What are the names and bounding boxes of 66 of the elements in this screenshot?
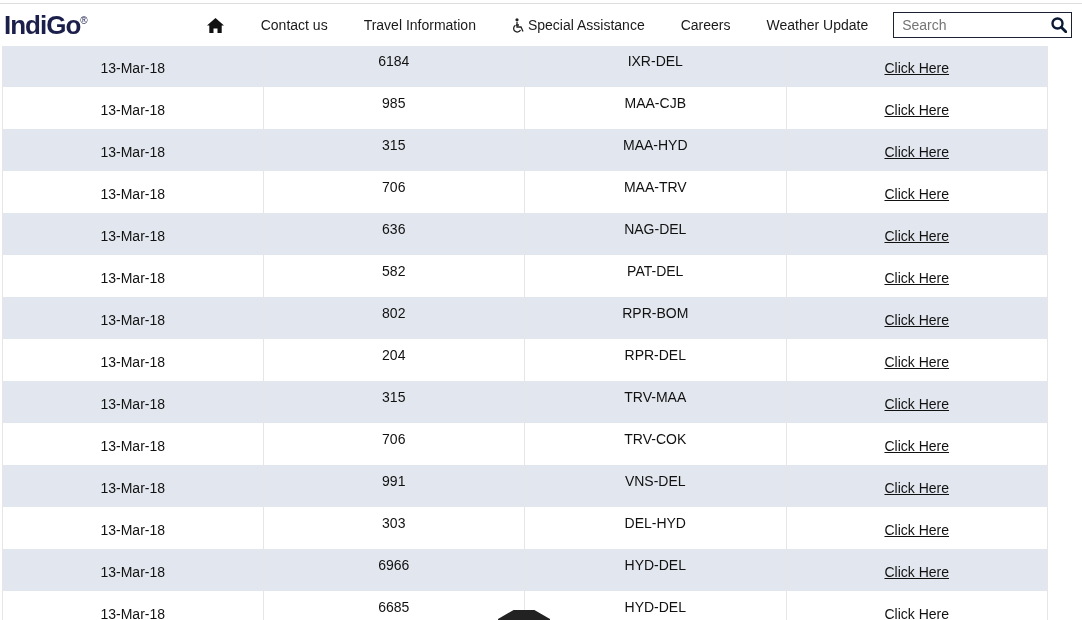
click-here-link[interactable]: Click Here bbox=[884, 480, 950, 496]
flight-number-text: 303 bbox=[382, 515, 406, 531]
route-text: RPR-DEL bbox=[624, 347, 686, 363]
click-here-link[interactable]: Click Here bbox=[884, 354, 950, 370]
click-here-link[interactable]: Click Here bbox=[884, 522, 950, 538]
click-here-link[interactable]: Click Here bbox=[884, 270, 950, 286]
click-here-link[interactable]: Click Here bbox=[884, 144, 950, 160]
home-icon[interactable] bbox=[206, 17, 224, 33]
flight-number-text: 706 bbox=[382, 179, 406, 195]
search-icon[interactable] bbox=[1051, 17, 1068, 33]
date-text: 13-Mar-18 bbox=[100, 312, 166, 328]
click-here-link[interactable]: Click Here bbox=[884, 228, 950, 244]
click-here-link[interactable]: Click Here bbox=[884, 438, 950, 454]
logo-text[interactable]: IndiGo$^{®}$ bbox=[4, 9, 87, 41]
date-text: 13-Mar-18 bbox=[100, 228, 166, 244]
date-text: 13-Mar-18 bbox=[100, 270, 166, 286]
click-here-link[interactable]: Click Here bbox=[884, 312, 950, 328]
click-here-link[interactable]: Click Here bbox=[884, 60, 950, 76]
flight-number-text: 6966 bbox=[378, 557, 410, 573]
route-text: DEL-HYD bbox=[624, 515, 686, 531]
search-field[interactable]: Search bbox=[893, 12, 1073, 38]
wheelchair-icon bbox=[511, 17, 525, 33]
click-here-link[interactable]: Click Here bbox=[884, 102, 950, 118]
date-text: 13-Mar-18 bbox=[100, 354, 166, 370]
route-text: VNS-DEL bbox=[624, 473, 686, 489]
date-text: 13-Mar-18 bbox=[100, 144, 166, 160]
nav-link[interactable]: Careers bbox=[680, 17, 731, 33]
route-text: MAA-CJB bbox=[624, 95, 686, 111]
flight-number-text: 706 bbox=[382, 431, 406, 447]
route-text: HYD-DEL bbox=[624, 599, 686, 615]
date-text: 13-Mar-18 bbox=[100, 480, 166, 496]
date-text: 13-Mar-18 bbox=[100, 606, 166, 620]
route-text: TRV-COK bbox=[624, 431, 687, 447]
click-here-link[interactable]: Click Here bbox=[884, 186, 950, 202]
flight-number-text: 6184 bbox=[378, 53, 410, 69]
flight-number-text: 204 bbox=[382, 347, 406, 363]
date-text: 13-Mar-18 bbox=[100, 102, 166, 118]
flight-number-text: 991 bbox=[382, 473, 406, 489]
click-here-link[interactable]: Click Here bbox=[884, 564, 950, 580]
route-text: MAA-TRV bbox=[623, 179, 687, 195]
click-here-link[interactable]: Click Here bbox=[884, 396, 950, 412]
date-text: 13-Mar-18 bbox=[100, 564, 166, 580]
date-text: 13-Mar-18 bbox=[100, 396, 166, 412]
flight-number-text: 6685 bbox=[378, 599, 410, 615]
flight-number-text: 802 bbox=[382, 305, 406, 321]
route-text: IXR-DEL bbox=[627, 53, 683, 69]
flight-number-text: 315 bbox=[382, 389, 406, 405]
route-text: PAT-DEL bbox=[627, 263, 684, 279]
nav-link[interactable]: Weather Update bbox=[766, 17, 869, 33]
date-text: 13-Mar-18 bbox=[100, 60, 166, 76]
date-text: 13-Mar-18 bbox=[100, 438, 166, 454]
flight-number-text: 582 bbox=[382, 263, 406, 279]
flight-number-text: 315 bbox=[382, 137, 406, 153]
route-text: TRV-MAA bbox=[624, 389, 687, 405]
route-text: HYD-DEL bbox=[624, 557, 686, 573]
nav-link[interactable]: Special Assistance bbox=[527, 17, 645, 33]
nav-link[interactable]: Contact us bbox=[260, 17, 328, 33]
date-text: 13-Mar-18 bbox=[100, 522, 166, 538]
route-text: MAA-HYD bbox=[622, 137, 688, 153]
route-text: NAG-DEL bbox=[624, 221, 687, 237]
flight-number-text: 985 bbox=[382, 95, 406, 111]
click-here-link[interactable]: Click Here bbox=[884, 606, 950, 620]
route-text: RPR-BOM bbox=[622, 305, 689, 321]
date-text: 13-Mar-18 bbox=[100, 186, 166, 202]
flight-number-text: 636 bbox=[382, 221, 406, 237]
nav-link[interactable]: Travel Information bbox=[363, 17, 476, 33]
